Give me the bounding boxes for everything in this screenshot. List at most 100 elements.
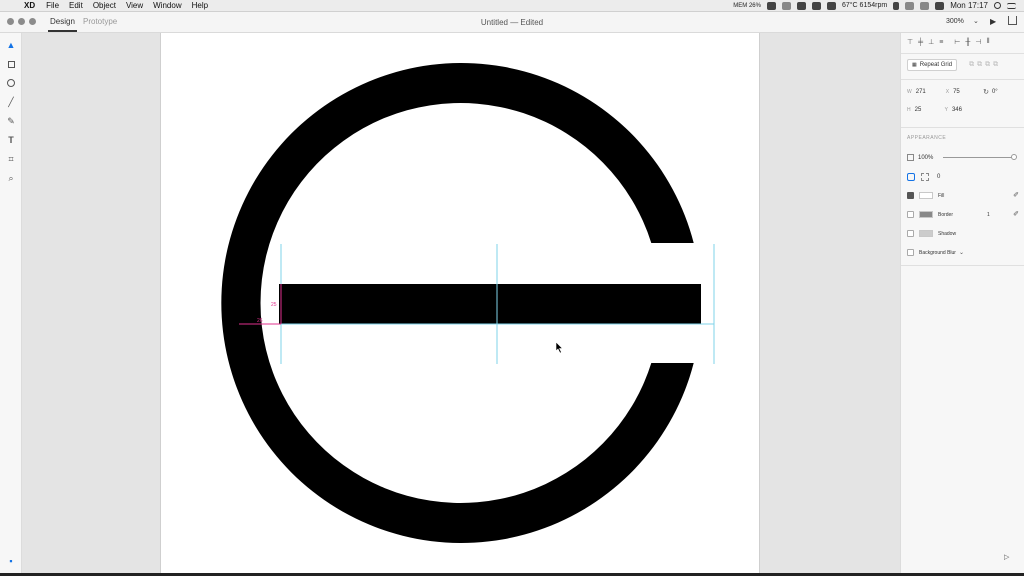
- menu-bar: XD File Edit Object View Window Help MEM…: [0, 0, 1024, 12]
- shadow-swatch[interactable]: [919, 230, 933, 237]
- shield-icon[interactable]: [811, 1, 821, 10]
- tool-bar: ▲ ╱ ✎ T ⌗ ⌕ ▪: [0, 33, 22, 573]
- opacity-icon: [907, 154, 914, 161]
- feedback-icon[interactable]: ▪: [5, 555, 17, 567]
- memory-indicator[interactable]: MEM 26%: [733, 3, 761, 9]
- pen-tool-icon[interactable]: ✎: [5, 115, 17, 127]
- line-tool-icon[interactable]: ╱: [5, 96, 17, 108]
- size-position-row-2: H 25 Y 346: [907, 107, 982, 113]
- status-icon[interactable]: [766, 1, 776, 10]
- status-icon[interactable]: [796, 1, 806, 10]
- mouse-cursor-icon: [555, 341, 564, 354]
- repeat-grid-label: Repeat Grid: [919, 62, 953, 68]
- clock[interactable]: Mon 17:17: [950, 1, 988, 10]
- search-icon[interactable]: [994, 2, 1001, 9]
- align-left-icon[interactable]: ⊢: [954, 38, 960, 46]
- distribute-vertical-icon[interactable]: ≡: [939, 39, 943, 46]
- artboard[interactable]: 25 26: [160, 33, 760, 573]
- feedback-icon[interactable]: ▷: [1004, 553, 1009, 561]
- y-field[interactable]: 346: [952, 107, 982, 113]
- corner-radius-single-icon[interactable]: [907, 173, 915, 181]
- align-right-icon[interactable]: ⊣: [975, 38, 981, 46]
- grid-icon: ▦: [912, 62, 917, 68]
- repeat-grid-button[interactable]: ▦ Repeat Grid: [907, 59, 958, 71]
- document-title: Untitled — Edited: [480, 18, 544, 27]
- corner-radius-each-icon[interactable]: [921, 173, 929, 181]
- text-tool-icon[interactable]: T: [5, 134, 17, 146]
- wifi-icon[interactable]: [920, 1, 930, 10]
- temperature-readout[interactable]: 67°C 6154rpm: [842, 2, 887, 9]
- fill-swatch[interactable]: [919, 192, 933, 199]
- border-checkbox[interactable]: [907, 211, 914, 218]
- rotation-field[interactable]: 0°: [992, 89, 998, 95]
- menu-window[interactable]: Window: [148, 1, 186, 10]
- chevron-down-icon[interactable]: ⌄: [973, 17, 979, 25]
- repeat-grid-row: ▦ Repeat Grid ⧉⧉⧉⧉: [907, 59, 1001, 71]
- menu-list-icon[interactable]: [1007, 2, 1016, 9]
- artboard-tool-icon[interactable]: ⌗: [5, 153, 17, 165]
- property-inspector: ⊤ ╪ ⊥ ≡ ⊢ ╫ ⊣ ⦀ ▦ Repeat Grid ⧉⧉⧉⧉ W 271 …: [900, 33, 1024, 573]
- boolean-ops-icons: ⧉⧉⧉⧉: [969, 61, 1002, 68]
- canvas[interactable]: 25 26: [22, 33, 900, 573]
- appearance-heading: APPEARANCE: [907, 135, 946, 141]
- printer-icon[interactable]: [905, 1, 915, 10]
- background-blur-checkbox[interactable]: [907, 249, 914, 256]
- corner-radius-row: 0: [907, 173, 940, 181]
- background-blur-row: Background Blur ⌄: [907, 249, 964, 256]
- x-label: X: [945, 89, 950, 95]
- align-middle-icon[interactable]: ╪: [918, 39, 923, 46]
- flame-icon[interactable]: [893, 1, 900, 10]
- menu-edit[interactable]: Edit: [64, 1, 88, 10]
- display-icon[interactable]: [935, 1, 945, 10]
- opacity-row: 100%: [907, 154, 1019, 161]
- background-blur-dropdown[interactable]: Background Blur: [919, 250, 956, 256]
- width-label: W: [907, 89, 912, 95]
- status-icon[interactable]: [781, 1, 791, 10]
- status-area: MEM 26% 67°C 6154rpm Mon 17:17: [733, 1, 1024, 10]
- appearance-label: APPEARANCE: [907, 135, 947, 141]
- menu-help[interactable]: Help: [187, 1, 213, 10]
- selected-rectangle[interactable]: [279, 284, 701, 324]
- rectangle-tool-icon[interactable]: [5, 58, 17, 70]
- ellipse-tool-icon[interactable]: [5, 77, 17, 89]
- width-field[interactable]: 271: [916, 89, 946, 95]
- play-icon[interactable]: ▶: [990, 17, 996, 26]
- height-field[interactable]: 25: [915, 107, 945, 113]
- zoom-level[interactable]: 300%: [946, 18, 964, 25]
- menu-object[interactable]: Object: [88, 1, 121, 10]
- eyedropper-icon[interactable]: ✐: [1013, 191, 1019, 199]
- height-label: H: [907, 107, 911, 113]
- opacity-slider-handle[interactable]: [1011, 154, 1017, 160]
- title-bar: Design Prototype Untitled — Edited 300% …: [0, 12, 1024, 33]
- measure-label: 26: [257, 318, 263, 324]
- select-tool-icon[interactable]: ▲: [5, 39, 17, 51]
- share-icon[interactable]: [1008, 16, 1017, 25]
- shadow-row: Shadow: [907, 230, 956, 237]
- border-label: Border: [938, 211, 954, 218]
- border-row: Border 1 ✐: [907, 211, 1019, 218]
- artboard-graphics: 25 26: [221, 63, 715, 544]
- border-swatch[interactable]: [919, 211, 933, 218]
- measure-label: 25: [271, 302, 277, 308]
- border-width-field[interactable]: 1: [987, 212, 990, 218]
- corner-radius-field[interactable]: 0: [937, 174, 940, 180]
- chevron-down-icon[interactable]: ⌄: [959, 249, 964, 256]
- x-field[interactable]: 75: [953, 89, 983, 95]
- fill-label: Fill: [938, 192, 945, 199]
- menu-view[interactable]: View: [121, 1, 148, 10]
- battery-icon[interactable]: [826, 1, 836, 10]
- menu-file[interactable]: File: [41, 1, 64, 10]
- opacity-field[interactable]: 100%: [918, 155, 933, 161]
- align-top-icon[interactable]: ⊤: [907, 38, 913, 46]
- distribute-horizontal-icon[interactable]: ⦀: [986, 38, 989, 46]
- rotate-icon: ↻: [983, 89, 989, 96]
- size-position-row-1: W 271 X 75 ↻ 0°: [907, 88, 998, 96]
- shadow-checkbox[interactable]: [907, 230, 914, 237]
- zoom-tool-icon[interactable]: ⌕: [5, 172, 17, 184]
- eyedropper-icon[interactable]: ✐: [1013, 210, 1019, 218]
- opacity-slider[interactable]: [943, 157, 1015, 158]
- fill-checkbox[interactable]: [907, 192, 914, 199]
- app-menu-xd[interactable]: XD: [18, 1, 41, 10]
- align-bottom-icon[interactable]: ⊥: [928, 38, 934, 46]
- align-center-icon[interactable]: ╫: [965, 39, 970, 46]
